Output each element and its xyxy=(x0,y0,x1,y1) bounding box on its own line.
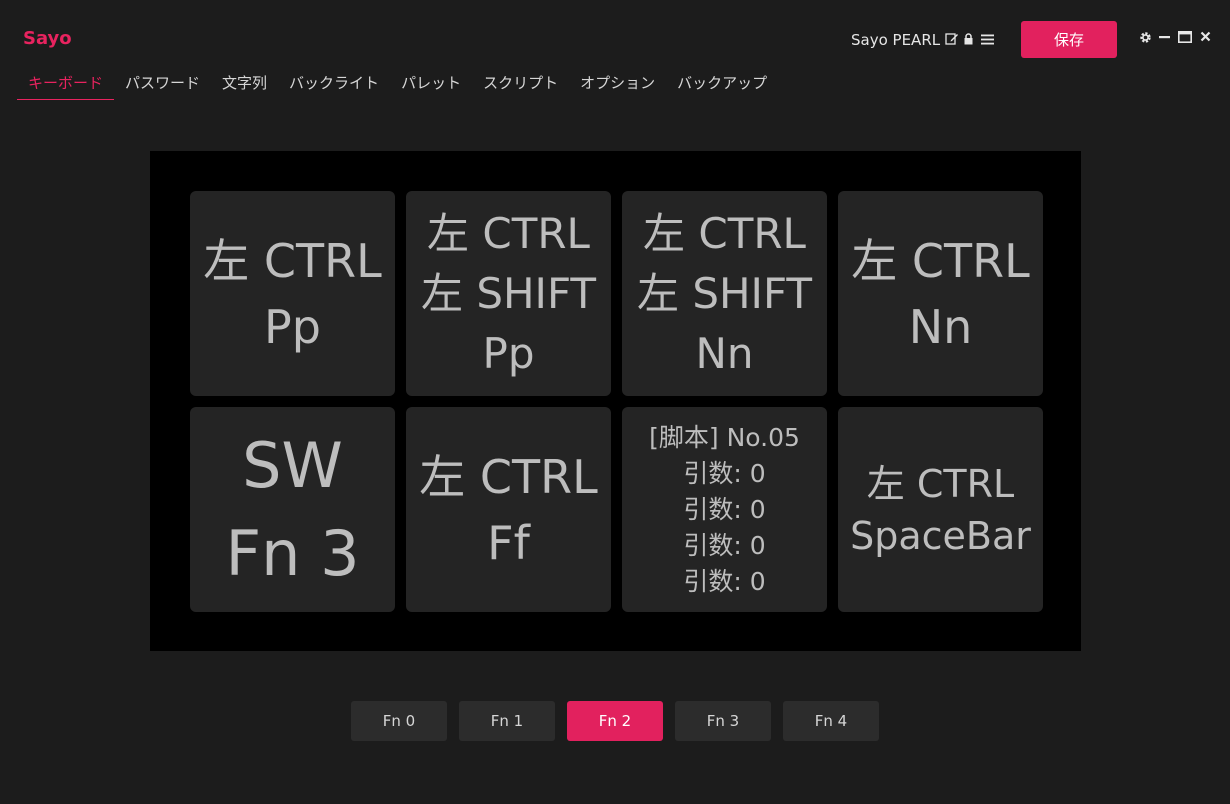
key-4[interactable]: 左 CTRL Nn xyxy=(838,191,1043,396)
device-info: Sayo PEARL xyxy=(851,30,995,50)
fn-layer-4-button[interactable]: Fn 4 xyxy=(783,701,879,741)
tab-bar: キーボード パスワード 文字列 バックライト パレット スクリプト オプション … xyxy=(17,70,778,100)
fn-layer-2-button[interactable]: Fn 2 xyxy=(567,701,663,741)
key-2-line-1: 左 CTRL xyxy=(427,208,590,258)
key-6-line-2: Ff xyxy=(487,515,530,570)
key-3-line-3: Nn xyxy=(695,328,754,378)
edit-icon[interactable] xyxy=(945,30,959,50)
key-5-line-2: Fn 3 xyxy=(225,516,360,590)
key-7-line-5: 引数: 0 xyxy=(683,566,766,596)
close-icon[interactable] xyxy=(1200,31,1211,42)
maximize-icon[interactable] xyxy=(1178,31,1192,43)
key-8-line-2: SpaceBar xyxy=(850,513,1031,558)
key-1-line-1: 左 CTRL xyxy=(203,233,382,288)
key-5[interactable]: SW Fn 3 xyxy=(190,407,395,612)
key-2-line-3: Pp xyxy=(482,328,535,378)
tab-palette[interactable]: パレット xyxy=(390,70,472,100)
tab-options[interactable]: オプション xyxy=(569,70,666,100)
key-4-line-2: Nn xyxy=(908,299,973,354)
key-8-line-1: 左 CTRL xyxy=(866,461,1015,506)
key-1[interactable]: 左 CTRL Pp xyxy=(190,191,395,396)
key-7-line-4: 引数: 0 xyxy=(683,530,766,560)
device-name: Sayo PEARL xyxy=(851,31,941,49)
minimize-icon[interactable] xyxy=(1159,31,1171,43)
tab-script[interactable]: スクリプト xyxy=(472,70,569,100)
save-button[interactable]: 保存 xyxy=(1021,21,1117,58)
key-3-line-2: 左 SHIFT xyxy=(636,268,813,318)
key-6-line-1: 左 CTRL xyxy=(419,449,598,504)
keypad-panel: 左 CTRL Pp 左 CTRL 左 SHIFT Pp 左 CTRL 左 SHI… xyxy=(150,151,1081,651)
key-1-line-2: Pp xyxy=(264,299,321,354)
app-window: Sayo Sayo PEARL 保存 キーボード パスワード 文字列 バックライ… xyxy=(0,0,1230,804)
key-3-line-1: 左 CTRL xyxy=(643,208,806,258)
tab-keyboard[interactable]: キーボード xyxy=(17,70,115,100)
tab-backup[interactable]: バックアップ xyxy=(666,70,778,100)
key-4-line-1: 左 CTRL xyxy=(851,233,1030,288)
lock-icon[interactable] xyxy=(963,30,974,50)
key-3[interactable]: 左 CTRL 左 SHIFT Nn xyxy=(622,191,827,396)
tab-backlight[interactable]: バックライト xyxy=(278,70,390,100)
fn-layer-1-button[interactable]: Fn 1 xyxy=(459,701,555,741)
fn-layer-bar: Fn 0 Fn 1 Fn 2 Fn 3 Fn 4 xyxy=(351,701,891,741)
key-2-line-2: 左 SHIFT xyxy=(420,268,597,318)
key-2[interactable]: 左 CTRL 左 SHIFT Pp xyxy=(406,191,611,396)
key-5-line-1: SW xyxy=(242,428,343,502)
fn-layer-3-button[interactable]: Fn 3 xyxy=(675,701,771,741)
key-6[interactable]: 左 CTRL Ff xyxy=(406,407,611,612)
gear-icon[interactable] xyxy=(1139,31,1152,44)
key-7[interactable]: [脚本] No.05 引数: 0 引数: 0 引数: 0 引数: 0 xyxy=(622,407,827,612)
app-brand: Sayo xyxy=(23,28,72,49)
fn-layer-0-button[interactable]: Fn 0 xyxy=(351,701,447,741)
title-bar: Sayo Sayo PEARL 保存 xyxy=(0,0,1230,64)
key-7-line-3: 引数: 0 xyxy=(683,494,766,524)
key-8[interactable]: 左 CTRL SpaceBar xyxy=(838,407,1043,612)
key-7-line-1: [脚本] No.05 xyxy=(649,422,800,452)
tab-password[interactable]: パスワード xyxy=(114,70,211,100)
key-7-line-2: 引数: 0 xyxy=(683,458,766,488)
tab-string[interactable]: 文字列 xyxy=(211,70,278,100)
menu-icon[interactable] xyxy=(981,30,995,50)
